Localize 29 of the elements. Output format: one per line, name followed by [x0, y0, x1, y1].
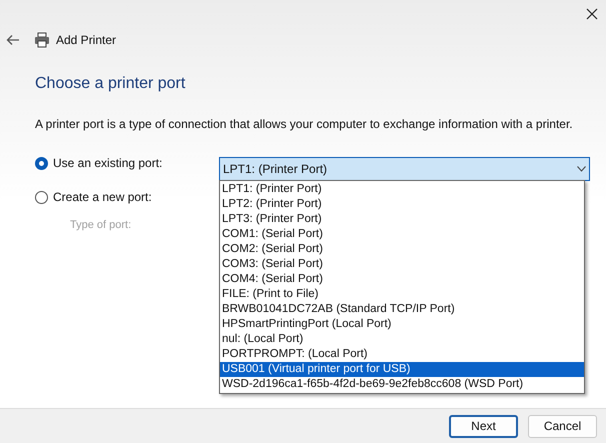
port-option[interactable]: HPSmartPrintingPort (Local Port)	[220, 317, 584, 332]
port-dropdown[interactable]: LPT1: (Printer Port)	[219, 157, 590, 181]
next-button[interactable]: Next	[449, 414, 518, 438]
port-option[interactable]: USB001 (Virtual printer port for USB)	[220, 362, 584, 377]
port-option[interactable]: nul: (Local Port)	[220, 332, 584, 347]
page-heading: Choose a printer port	[35, 74, 186, 94]
cancel-button[interactable]: Cancel	[528, 414, 597, 438]
port-option[interactable]: LPT1: (Printer Port)	[220, 182, 584, 197]
port-option[interactable]: COM4: (Serial Port)	[220, 272, 584, 287]
port-option[interactable]: PORTPROMPT: (Local Port)	[220, 347, 584, 362]
port-option[interactable]: COM2: (Serial Port)	[220, 242, 584, 257]
radio-button[interactable]	[35, 156, 48, 170]
port-option[interactable]: LPT2: (Printer Port)	[220, 197, 584, 212]
printer-icon	[34, 32, 50, 48]
chevron-down-icon	[577, 166, 586, 172]
port-option[interactable]: LPT3: (Printer Port)	[220, 212, 584, 227]
description-text: A printer port is a type of connection that allows your computer to exchange information with a printer.	[35, 116, 574, 133]
port-option[interactable]: BRWB01041DC72AB (Standard TCP/IP Port)	[220, 302, 584, 317]
type-of-port-label: Type of port:	[70, 218, 132, 233]
port-option[interactable]: COM3: (Serial Port)	[220, 257, 584, 272]
port-option[interactable]: FILE: (Print to File)	[220, 287, 584, 302]
window-title: Add Printer	[56, 32, 116, 49]
back-arrow-icon[interactable]	[6, 34, 20, 46]
port-option[interactable]: WSD-2d196ca1-f65b-4f2d-be69-9e2feb8cc608 (WSD Port)	[220, 377, 584, 392]
radio-button[interactable]	[35, 190, 48, 204]
radio-label: Use an existing port:	[53, 155, 162, 172]
port-option[interactable]: COM1: (Serial Port)	[220, 227, 584, 242]
radio-label: Create a new port:	[53, 189, 152, 206]
close-icon[interactable]	[586, 8, 598, 20]
